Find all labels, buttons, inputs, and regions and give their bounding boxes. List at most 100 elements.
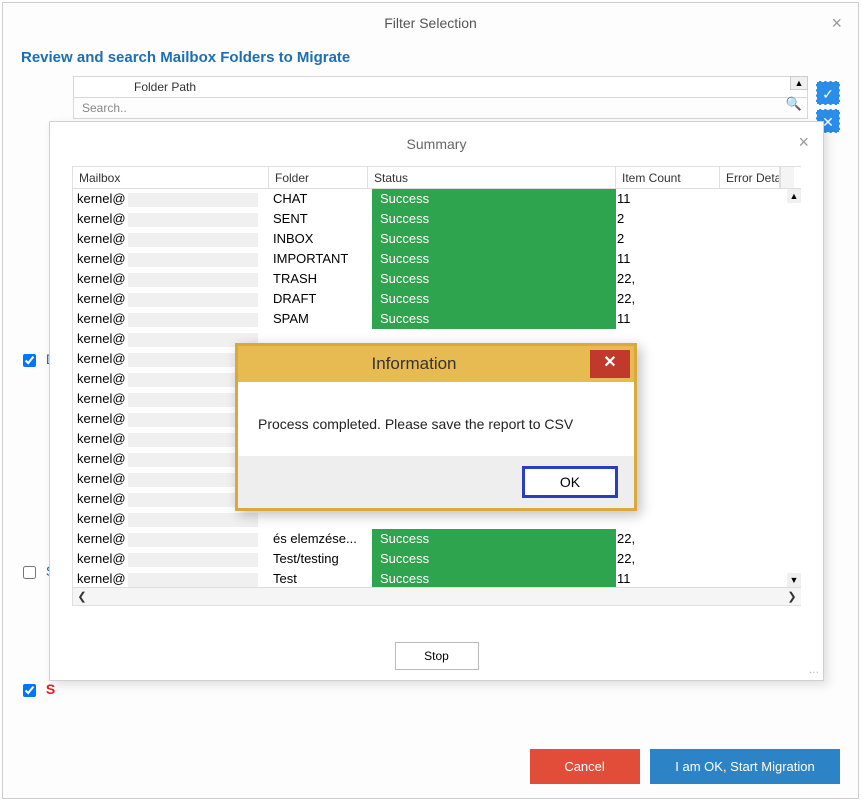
- scroll-up-icon[interactable]: ▲: [787, 189, 801, 203]
- cell-status: Success: [368, 209, 616, 229]
- folder-path-bar: Folder Path Search.. ▲ 🔍: [73, 76, 808, 119]
- cell-status: Success: [368, 309, 616, 329]
- cell-error: [720, 269, 780, 289]
- scroll-track[interactable]: [91, 588, 783, 605]
- cell-folder: CHAT: [269, 189, 368, 209]
- folder-path-header[interactable]: Folder Path: [73, 76, 808, 97]
- cell-folder: [269, 509, 368, 529]
- horizontal-scrollbar[interactable]: ❮ ❯: [73, 587, 801, 605]
- cell-folder: és elemzése...: [269, 529, 368, 549]
- scrollbar-gutter: [780, 167, 794, 188]
- scroll-down-icon[interactable]: ▼: [787, 573, 801, 587]
- table-row[interactable]: kernel@: [73, 509, 801, 529]
- table-row[interactable]: kernel@TRASHSuccess22,: [73, 269, 801, 289]
- summary-close-icon[interactable]: ×: [798, 132, 809, 153]
- cell-folder: TRASH: [269, 269, 368, 289]
- checkbox-s-input[interactable]: [23, 566, 36, 579]
- table-row[interactable]: kernel@SENTSuccess 2: [73, 209, 801, 229]
- cell-error: [720, 469, 780, 489]
- cell-error: [720, 409, 780, 429]
- cell-mailbox: kernel@: [73, 509, 269, 529]
- cell-error: [720, 329, 780, 349]
- checkbox-skip-input[interactable]: [23, 684, 36, 697]
- cell-error: [720, 389, 780, 409]
- cell-count: 2: [616, 229, 720, 249]
- info-close-icon[interactable]: ✕: [590, 350, 630, 378]
- cell-error: [720, 309, 780, 329]
- cell-status: Success: [368, 229, 616, 249]
- info-header: Information ✕: [238, 346, 634, 382]
- stop-button[interactable]: Stop: [395, 642, 479, 670]
- sort-arrows: ▲: [790, 76, 808, 90]
- cancel-button[interactable]: Cancel: [530, 749, 640, 784]
- arrow-up-icon[interactable]: ▲: [790, 76, 808, 90]
- cell-count: 11: [616, 569, 720, 589]
- cell-count: 22,: [616, 529, 720, 549]
- cell-mailbox: kernel@: [73, 549, 269, 569]
- cell-status: Success: [368, 529, 616, 549]
- cell-error: [720, 529, 780, 549]
- cell-count: 2: [616, 209, 720, 229]
- table-row[interactable]: kernel@IMPORTANTSuccess11: [73, 249, 801, 269]
- cell-status: Success: [368, 189, 616, 209]
- table-row[interactable]: kernel@CHATSuccess11: [73, 189, 801, 209]
- search-input[interactable]: Search..: [73, 97, 808, 119]
- cell-status: Success: [368, 289, 616, 309]
- section-title: Review and search Mailbox Folders to Mig…: [3, 43, 858, 76]
- cell-mailbox: kernel@: [73, 229, 269, 249]
- select-all-button[interactable]: ✓: [816, 81, 840, 105]
- col-status[interactable]: Status: [368, 167, 616, 188]
- checkbox-d-input[interactable]: [23, 354, 36, 367]
- col-error-details[interactable]: Error Details: [720, 167, 780, 188]
- table-row[interactable]: kernel@Test/testingSuccess22,: [73, 549, 801, 569]
- checkbox-skip[interactable]: S: [23, 681, 55, 697]
- cell-mailbox: kernel@: [73, 189, 269, 209]
- ok-button[interactable]: OK: [522, 466, 618, 498]
- start-migration-button[interactable]: I am OK, Start Migration: [650, 749, 840, 784]
- cell-status: Success: [368, 249, 616, 269]
- cell-status: [368, 509, 616, 529]
- cell-count: 11: [616, 249, 720, 269]
- table-row[interactable]: kernel@SPAMSuccess11: [73, 309, 801, 329]
- cell-mailbox: kernel@: [73, 309, 269, 329]
- cell-folder: DRAFT: [269, 289, 368, 309]
- cell-mailbox: kernel@: [73, 209, 269, 229]
- cell-mailbox: kernel@: [73, 249, 269, 269]
- close-icon[interactable]: ×: [831, 13, 842, 34]
- cell-mailbox: kernel@: [73, 529, 269, 549]
- grid-header: Mailbox Folder Status Item Count Error D…: [73, 167, 801, 189]
- scroll-left-icon[interactable]: ❮: [73, 588, 91, 605]
- cell-error: [720, 209, 780, 229]
- search-icon[interactable]: 🔍: [786, 96, 802, 112]
- table-row[interactable]: kernel@DRAFTSuccess22,: [73, 289, 801, 309]
- cell-status: Success: [368, 269, 616, 289]
- cell-folder: Test/testing: [269, 549, 368, 569]
- cell-error: [720, 549, 780, 569]
- cell-folder: IMPORTANT: [269, 249, 368, 269]
- dialog-title: Filter Selection: [3, 3, 858, 43]
- info-title: Information: [238, 354, 590, 374]
- table-row[interactable]: kernel@TestSuccess11: [73, 569, 801, 589]
- cell-count: 22,: [616, 549, 720, 569]
- col-folder[interactable]: Folder: [269, 167, 368, 188]
- resize-grip-icon[interactable]: ...: [809, 662, 819, 676]
- cell-count: 22,: [616, 269, 720, 289]
- cell-mailbox: kernel@: [73, 269, 269, 289]
- table-row[interactable]: kernel@INBOXSuccess 2: [73, 229, 801, 249]
- checkbox-skip-label: S: [46, 681, 55, 697]
- col-item-count[interactable]: Item Count: [616, 167, 720, 188]
- cell-error: [720, 289, 780, 309]
- scroll-right-icon[interactable]: ❯: [783, 588, 801, 605]
- info-message: Process completed. Please save the repor…: [238, 382, 634, 456]
- cell-folder: SENT: [269, 209, 368, 229]
- table-row[interactable]: kernel@és elemzése...Success22,: [73, 529, 801, 549]
- cell-error: [720, 189, 780, 209]
- cell-folder: INBOX: [269, 229, 368, 249]
- info-footer: OK: [238, 456, 634, 508]
- cell-folder: SPAM: [269, 309, 368, 329]
- cell-folder: Test: [269, 569, 368, 589]
- cell-count: 11: [616, 189, 720, 209]
- col-mailbox[interactable]: Mailbox: [73, 167, 269, 188]
- cell-status: Success: [368, 549, 616, 569]
- summary-title: Summary: [50, 122, 823, 166]
